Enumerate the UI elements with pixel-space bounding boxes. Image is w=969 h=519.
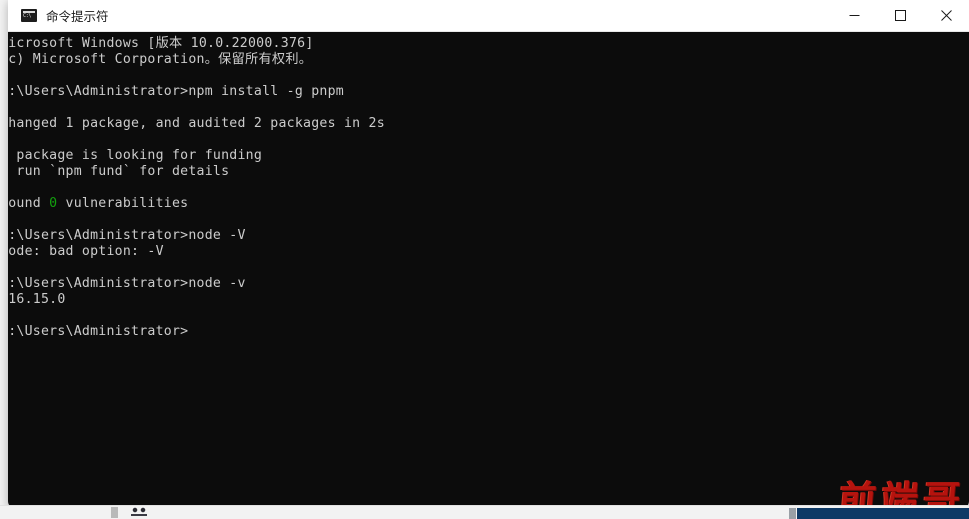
console-line: C:\Users\Administrator> xyxy=(8,324,189,339)
minimize-button[interactable] xyxy=(831,0,877,31)
window-title: 命令提示符 xyxy=(46,9,109,24)
console-line: node: bad option: -V xyxy=(8,244,164,259)
vulnerability-count: 0 xyxy=(49,196,58,211)
taskbar-item-icon[interactable] xyxy=(111,507,118,518)
taskbar-people-icon[interactable] xyxy=(131,507,147,518)
console-output-area[interactable]: Microsoft Windows [版本 10.0.22000.376] (c)… xyxy=(8,32,969,509)
console-text: Microsoft Windows [版本 10.0.22000.376] (c)… xyxy=(8,36,385,340)
console-line: (c) Microsoft Corporation。保留所有权利。 xyxy=(8,52,313,67)
cmd-icon xyxy=(21,9,37,22)
window-titlebar[interactable]: 命令提示符 xyxy=(8,0,969,32)
console-line: C:\Users\Administrator>npm install -g pn… xyxy=(8,84,344,99)
console-line: C:\Users\Administrator>node -v xyxy=(8,276,246,291)
close-button[interactable] xyxy=(923,0,969,31)
console-line: changed 1 package, and audited 2 package… xyxy=(8,116,385,131)
taskbar[interactable] xyxy=(0,505,969,519)
command-prompt-window[interactable]: 命令提示符 Microsoft Windows [版本 10.0.22000.3… xyxy=(8,0,969,509)
maximize-button[interactable] xyxy=(877,0,923,31)
console-line: 1 package is looking for funding xyxy=(8,148,263,163)
minimize-icon xyxy=(849,15,859,16)
taskbar-window-handle[interactable] xyxy=(789,508,796,519)
console-line: found 0 vulnerabilities xyxy=(8,196,189,211)
console-line: v16.15.0 xyxy=(8,292,66,307)
maximize-icon xyxy=(894,10,906,21)
close-icon xyxy=(940,10,952,21)
console-line: C:\Users\Administrator>node -V xyxy=(8,228,246,243)
taskbar-active-window[interactable] xyxy=(797,508,969,519)
console-line: run `npm fund` for details xyxy=(8,164,230,179)
console-line: Microsoft Windows [版本 10.0.22000.376] xyxy=(8,36,314,51)
titlebar-title-group: 命令提示符 xyxy=(8,6,831,25)
